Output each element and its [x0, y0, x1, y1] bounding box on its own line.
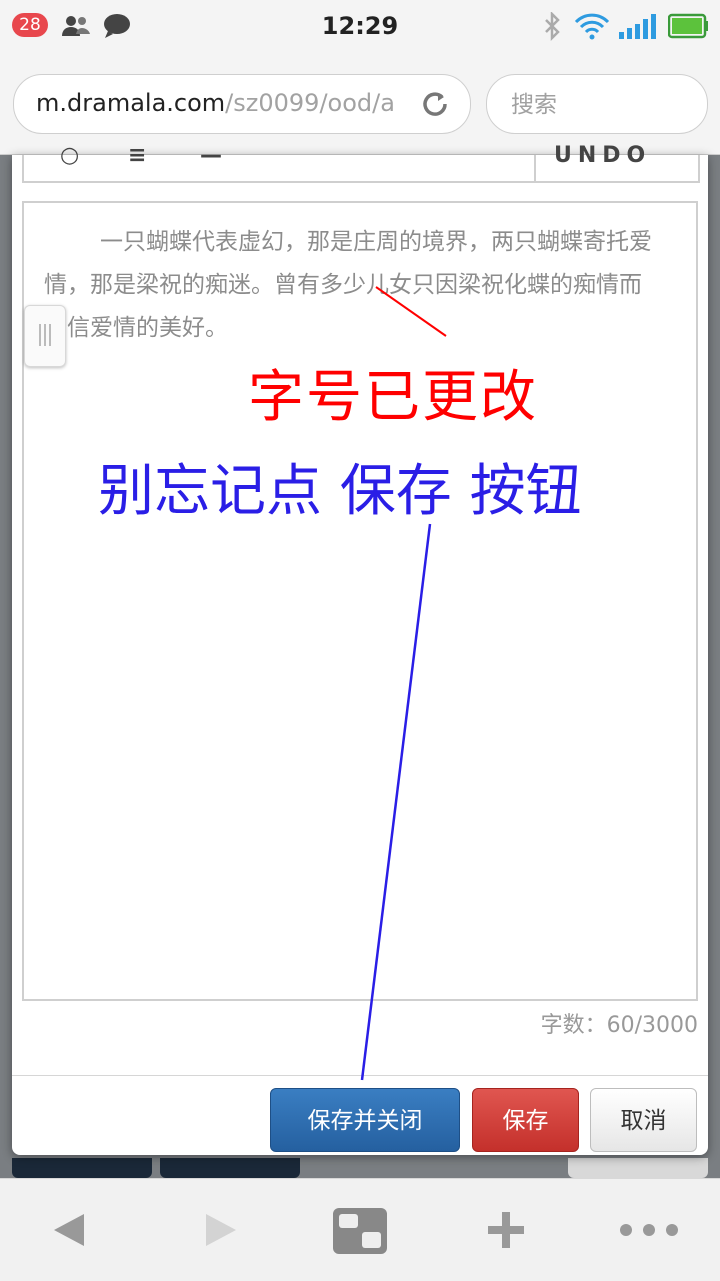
annotation-red-line — [375, 286, 447, 337]
annotation-blue-line — [360, 523, 432, 1081]
annotation-font-changed: 字号已更改 — [248, 365, 538, 430]
more-icon[interactable] — [614, 1179, 684, 1281]
back-icon[interactable] — [40, 1179, 100, 1281]
annotation-arrows — [360, 286, 447, 1081]
forward-icon[interactable] — [190, 1179, 250, 1281]
add-icon[interactable] — [476, 1179, 536, 1281]
tabs-icon[interactable] — [330, 1179, 390, 1281]
annotation-remember-save: 别忘记点 保存 按钮 — [98, 459, 582, 524]
browser-bottom-nav — [0, 1178, 720, 1281]
